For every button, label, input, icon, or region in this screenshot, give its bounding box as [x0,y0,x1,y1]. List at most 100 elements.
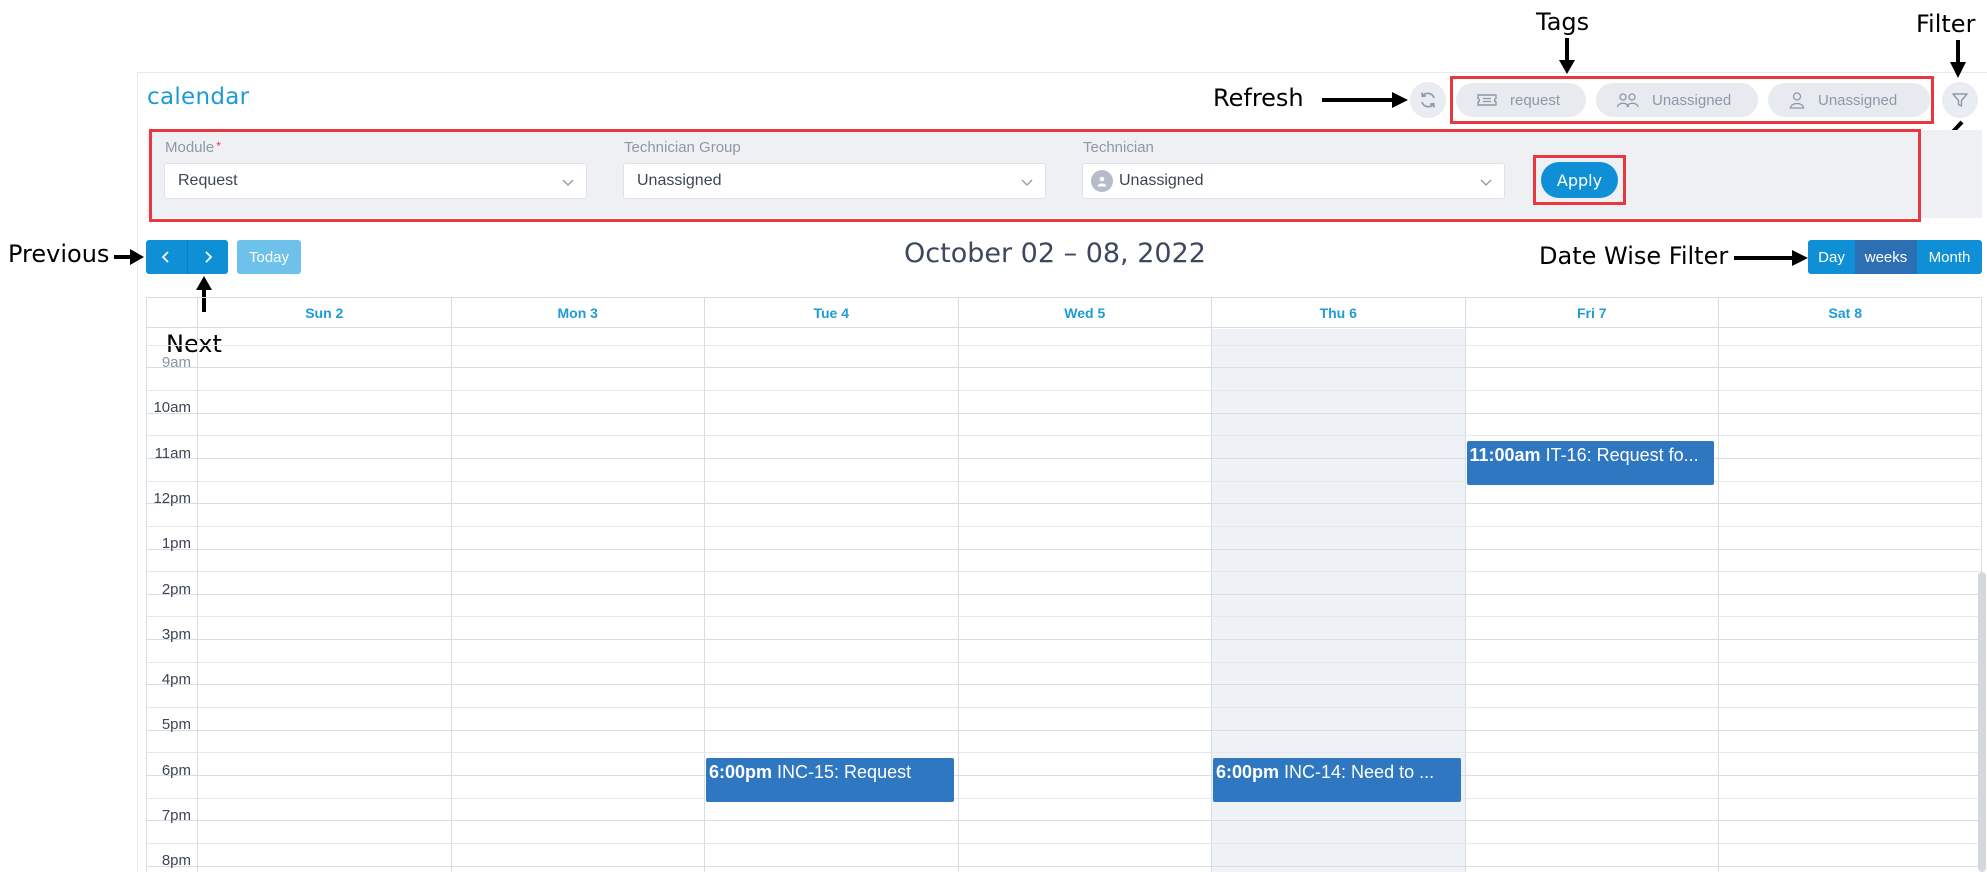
calendar-event[interactable]: 6:00pm INC-15: Request [706,757,954,802]
day-column-divider [1718,328,1719,872]
day-header[interactable]: Tue 4 [704,298,958,328]
technician-select-value: Unassigned [1119,172,1204,189]
time-slot-line [147,797,1981,799]
scrollbar[interactable] [1978,572,1986,872]
event-title: IT-16: Request fo... [1540,444,1699,465]
event-time: 6:00pm [1216,761,1280,782]
date-filter-arrow [1734,250,1808,266]
day-column-divider [957,328,959,872]
user-icon [1097,176,1107,187]
refresh-annotation: Refresh [1213,84,1304,112]
filter-button[interactable] [1942,82,1978,118]
time-slot-line [147,593,1981,595]
day-column-divider [197,328,198,872]
day-column-divider [1211,328,1212,872]
day-header[interactable]: Sat 8 [1718,298,1972,328]
time-slot-line [147,571,1981,573]
tag-technician-label: Unassigned [1818,91,1898,109]
tag-technician[interactable]: Unassigned [1768,83,1930,117]
module-select-value: Request [178,172,238,189]
refresh-icon [1421,92,1435,108]
module-select[interactable]: Request [164,163,587,199]
event-time: 11:00am [1469,444,1541,465]
technician-group-label: Technician Group [624,139,741,156]
date-filter-annotation: Date Wise Filter [1539,242,1729,270]
technician-group-select[interactable]: Unassigned [623,163,1046,199]
time-slot-line [147,752,1981,754]
apply-button[interactable]: Apply [1541,162,1618,198]
required-mark: * [216,139,221,153]
time-slot-line [147,503,1981,505]
view-switcher: Day weeks Month [1808,240,1982,274]
day-header[interactable]: Wed 5 [957,298,1212,328]
time-slot-line [147,820,1981,822]
view-weeks-button[interactable]: weeks [1855,240,1917,274]
time-label: 1pm [161,535,191,553]
day-column-divider [1464,328,1466,872]
page-title: calendar [147,84,250,110]
day-header[interactable]: Mon 3 [450,298,705,328]
day-header[interactable]: Fri 7 [1464,298,1719,328]
day-column-divider [704,328,705,872]
time-slot-line [147,684,1981,686]
technician-label: Technician [1083,139,1154,156]
time-label: 4pm [161,671,191,689]
filter-arrow-down [1950,40,1966,78]
technician-select[interactable]: Unassigned [1082,163,1505,199]
week-calendar: Sun 2 Mon 3 Tue 4 Wed 5 Thu 6 Fri 7 Sat 8 9am 1… [146,297,1982,872]
time-slot-line [147,639,1981,641]
time-slot-line [147,344,1981,346]
event-time: 6:00pm [709,761,773,782]
event-title: INC-15: Request [772,761,912,782]
day-header[interactable]: Sun 2 [197,298,451,328]
module-label-text: Module [165,139,215,156]
avatar [1091,170,1113,192]
tag-module[interactable]: request [1456,83,1586,117]
time-slot-line [147,435,1981,437]
time-label: 5pm [161,716,191,734]
tag-technician-group[interactable]: Unassigned [1596,83,1758,117]
time-label: 3pm [161,625,191,643]
funnel-icon [1952,93,1968,107]
day-header-row: Sun 2 Mon 3 Tue 4 Wed 5 Thu 6 Fri 7 Sat 8 [147,298,1981,328]
user-icon [1789,92,1805,109]
time-slot-line [147,707,1981,709]
ticket-icon [1477,94,1497,106]
time-label: 6pm [161,761,191,779]
time-label: 11am [154,444,191,462]
tags-annotation: Tags [1536,8,1590,36]
refresh-arrow [1322,92,1408,108]
day-header[interactable]: Thu 6 [1211,298,1465,328]
calendar-event[interactable]: 11:00am IT-16: Request fo... [1466,440,1714,485]
group-icon [1616,93,1639,108]
time-label: 9am [161,354,191,371]
time-slot-line [147,865,1981,867]
refresh-button[interactable] [1410,82,1446,118]
view-month-button[interactable]: Month [1917,240,1982,274]
time-label: 10am [153,399,191,417]
event-title: INC-14: Need to ... [1279,761,1435,782]
time-slot-line [147,842,1981,844]
technician-group-select-value: Unassigned [637,172,722,189]
time-label: 12pm [153,489,191,507]
day-column-divider [450,328,452,872]
filter-annotation: Filter [1916,10,1976,38]
tags-arrow [1559,38,1575,74]
tag-technician-group-label: Unassigned [1652,91,1732,109]
module-label: Module * [165,139,221,156]
time-slot-line [147,367,1981,369]
calendar-event[interactable]: 6:00pm INC-14: Need to ... [1213,757,1461,802]
time-slot-line [147,525,1981,527]
time-slot-line [147,775,1981,776]
chevron-down-icon [562,179,574,186]
time-slot-line [147,729,1981,731]
time-slot-line [147,661,1981,663]
chevron-down-icon [1480,179,1492,186]
time-slot-line [147,548,1981,550]
time-slot-line [147,389,1981,391]
chevron-down-icon [1021,179,1033,186]
time-slot-line [147,412,1981,414]
time-label: 8pm [161,852,191,870]
time-label: 7pm [161,807,191,824]
view-day-button[interactable]: Day [1808,240,1855,274]
